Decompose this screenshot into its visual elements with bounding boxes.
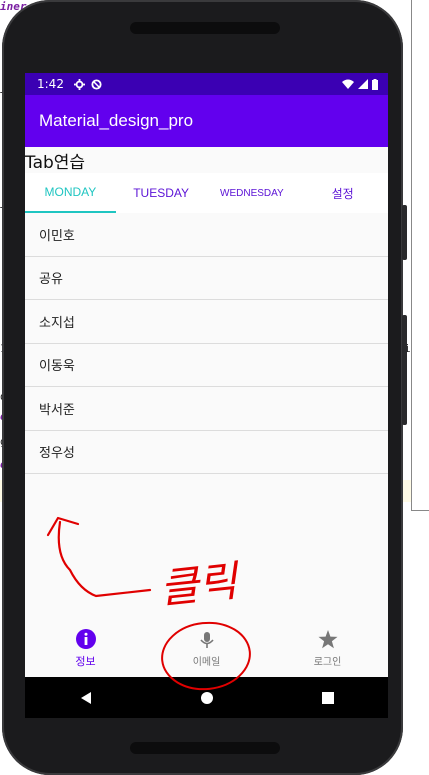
list-item[interactable]: 박서준 (25, 387, 388, 431)
tab-wednesday[interactable]: WEDNESDAY (207, 173, 298, 213)
wifi-icon (342, 79, 354, 89)
cell-signal-icon (358, 79, 368, 89)
list-item[interactable]: 정우성 (25, 431, 388, 474)
app-title: Material_design_pro (39, 111, 194, 130)
mic-icon (199, 631, 214, 648)
tab-monday[interactable]: MONDAY (25, 173, 116, 213)
name-list: 이민호 공유 소지섭 이동욱 박서준 정우성 (25, 213, 388, 474)
tab-tuesday[interactable]: TUESDAY (116, 173, 207, 213)
volume-button (402, 315, 407, 425)
power-button (402, 205, 407, 260)
status-time: 1:42 (37, 77, 64, 91)
list-item[interactable]: 이민호 (25, 213, 388, 257)
phone-screen: 1:42 Material_design_pro Tab연습 MONDAY TU… (25, 73, 388, 718)
nav-label-login: 로그인 (313, 657, 342, 668)
home-icon[interactable] (200, 691, 214, 705)
nav-label-info: 정보 (75, 655, 96, 668)
back-icon[interactable] (79, 691, 93, 705)
tab-bar: MONDAY TUESDAY WEDNESDAY 설정 (25, 173, 388, 213)
nav-item-info[interactable]: 정보 (25, 621, 146, 677)
top-speaker (130, 22, 280, 34)
background-panel (411, 0, 429, 511)
list-item[interactable]: 소지섭 (25, 300, 388, 344)
bottom-speaker (130, 742, 280, 754)
tab-settings[interactable]: 설정 (297, 173, 388, 213)
status-bar: 1:42 (25, 73, 388, 95)
data-saver-icon (91, 78, 102, 90)
list-item[interactable]: 이동욱 (25, 344, 388, 387)
bottom-navigation: 정보 이메일 로그인 (25, 621, 388, 677)
app-bar: Material_design_pro (25, 95, 388, 147)
phone-device-frame: 1:42 Material_design_pro Tab연습 MONDAY TU… (2, 0, 407, 775)
page-heading: Tab연습 (25, 147, 388, 173)
nav-label-email: 이메일 (192, 656, 221, 668)
info-icon (75, 629, 96, 649)
star-icon (318, 630, 337, 649)
recents-icon[interactable] (322, 691, 335, 704)
system-navigation-bar (25, 677, 388, 718)
settings-gear-icon (73, 78, 85, 90)
nav-item-email[interactable]: 이메일 (146, 621, 267, 677)
nav-item-login[interactable]: 로그인 (267, 621, 388, 677)
battery-icon (372, 78, 378, 90)
list-item[interactable]: 공유 (25, 257, 388, 300)
